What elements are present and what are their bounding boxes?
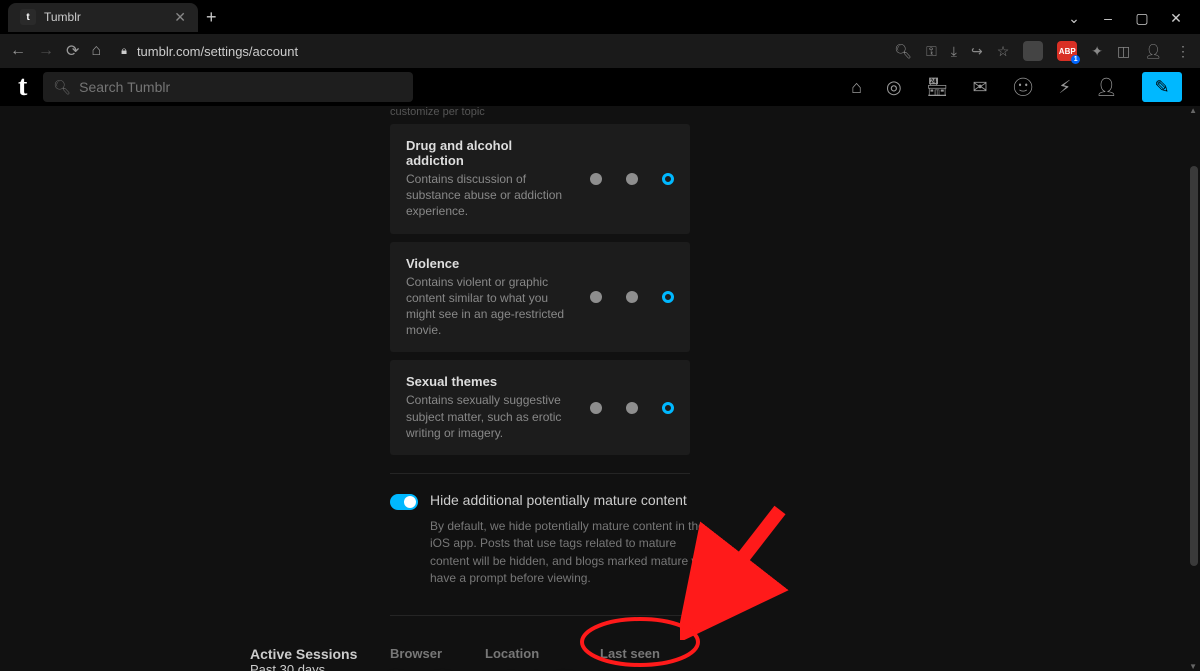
tab-title: Tumblr	[44, 10, 81, 24]
share-icon[interactable]: ↪	[971, 43, 983, 60]
key-icon[interactable]: ⚿︎	[926, 43, 937, 60]
col-location: Location	[485, 646, 600, 661]
forward-button[interactable]: →	[38, 42, 54, 60]
scroll-down-icon[interactable]: ▼	[1189, 662, 1197, 671]
extension-1-icon[interactable]	[1023, 41, 1043, 61]
account-icon[interactable]: 👤︎	[1095, 77, 1118, 98]
topic-radio-3[interactable]	[662, 291, 674, 303]
topic-radio-2[interactable]	[626, 173, 638, 185]
scroll-up-icon[interactable]: ▲	[1189, 106, 1197, 115]
lock-icon: 🔒︎	[121, 45, 127, 58]
sessions-heading-1: Active Sessions	[250, 646, 390, 662]
topic-row: Drug and alcohol addiction Contains disc…	[390, 124, 690, 234]
topic-desc: Contains sexually suggestive subject mat…	[406, 392, 571, 441]
divider	[390, 473, 690, 474]
store-icon[interactable]: 🏪︎	[926, 77, 949, 98]
new-tab-button[interactable]: +	[206, 7, 217, 28]
topic-radio-1[interactable]	[590, 402, 602, 414]
tab-close-icon[interactable]: ✕	[174, 9, 186, 26]
compose-button[interactable]: ✎	[1142, 72, 1182, 102]
window-controls: ⌄ – ▢ ✕	[1050, 0, 1200, 37]
topic-title: Sexual themes	[406, 374, 571, 389]
explore-icon[interactable]: ◎	[886, 77, 902, 98]
topic-desc: Contains violent or graphic content simi…	[406, 274, 571, 339]
topic-title: Drug and alcohol addiction	[406, 138, 571, 168]
page-content: customize per topic Drug and alcohol add…	[0, 106, 1200, 671]
browser-tab-bar: t Tumblr ✕ +	[0, 0, 1200, 34]
hide-mature-desc: By default, we hide potentially mature c…	[430, 518, 710, 588]
window-dropdown-icon[interactable]: ⌄	[1066, 10, 1082, 27]
search-icon: 🔍︎	[53, 79, 71, 96]
topic-radio-3[interactable]	[662, 173, 674, 185]
hide-mature-toggle[interactable]	[390, 494, 418, 510]
tab-favicon-icon: t	[20, 9, 36, 25]
search-icon[interactable]: 🔍︎	[894, 43, 912, 60]
home-icon[interactable]: ⌂	[851, 77, 862, 98]
extensions-icon[interactable]: ✦	[1091, 43, 1103, 60]
topic-radio-2[interactable]	[626, 402, 638, 414]
tumblr-logo[interactable]: t	[18, 71, 27, 103]
scrollbar-thumb[interactable]	[1190, 166, 1198, 566]
window-close-icon[interactable]: ✕	[1168, 10, 1184, 27]
topic-radio-3[interactable]	[662, 402, 674, 414]
col-lastseen: Last seen	[600, 646, 690, 661]
topic-title: Violence	[406, 256, 571, 271]
site-header: t 🔍︎ ⌂ ◎ 🏪︎ ✉︎ 🙂︎ ⚡︎ 👤︎ ✎	[0, 68, 1200, 106]
browser-tab[interactable]: t Tumblr ✕	[8, 3, 198, 32]
toolbar-actions: 🔍︎ ⚿︎ ⤓ ↪ ☆ ABP ✦ ◫ 👤︎ ⋮	[894, 41, 1190, 61]
home-button[interactable]: ⌂	[91, 42, 101, 60]
search-input[interactable]	[79, 79, 403, 95]
window-minimize-icon[interactable]: –	[1100, 10, 1116, 27]
topic-radio-1[interactable]	[590, 173, 602, 185]
search-box[interactable]: 🔍︎	[43, 72, 413, 102]
col-browser: Browser	[390, 646, 485, 661]
reload-button[interactable]: ⟳	[66, 41, 79, 61]
address-bar[interactable]: 🔒︎ tumblr.com/settings/account	[121, 44, 882, 59]
panel-icon[interactable]: ◫	[1117, 43, 1130, 60]
chat-icon[interactable]: 🙂︎	[1012, 77, 1035, 98]
customize-hint: customize per topic	[390, 106, 950, 118]
divider	[390, 615, 690, 616]
sessions-heading-2: Past 30 days	[250, 662, 390, 671]
topic-row: Sexual themes Contains sexually suggesti…	[390, 360, 690, 455]
bookmark-icon[interactable]: ☆	[997, 43, 1010, 60]
topic-radio-2[interactable]	[626, 291, 638, 303]
extension-abp-icon[interactable]: ABP	[1057, 41, 1077, 61]
topic-row: Violence Contains violent or graphic con…	[390, 242, 690, 353]
profile-avatar-icon[interactable]: 👤︎	[1144, 43, 1162, 60]
activity-icon[interactable]: ⚡︎	[1059, 77, 1072, 98]
topic-radio-1[interactable]	[590, 291, 602, 303]
window-maximize-icon[interactable]: ▢	[1134, 10, 1150, 27]
hide-mature-label: Hide additional potentially mature conte…	[430, 492, 687, 508]
browser-toolbar: ← → ⟳ ⌂ 🔒︎ tumblr.com/settings/account 🔍…	[0, 34, 1200, 68]
install-icon[interactable]: ⤓	[951, 43, 957, 60]
url-text: tumblr.com/settings/account	[137, 44, 298, 59]
inbox-icon[interactable]: ✉︎	[973, 77, 988, 98]
topic-desc: Contains discussion of substance abuse o…	[406, 171, 571, 220]
back-button[interactable]: ←	[10, 42, 26, 60]
menu-icon[interactable]: ⋮	[1176, 43, 1190, 60]
